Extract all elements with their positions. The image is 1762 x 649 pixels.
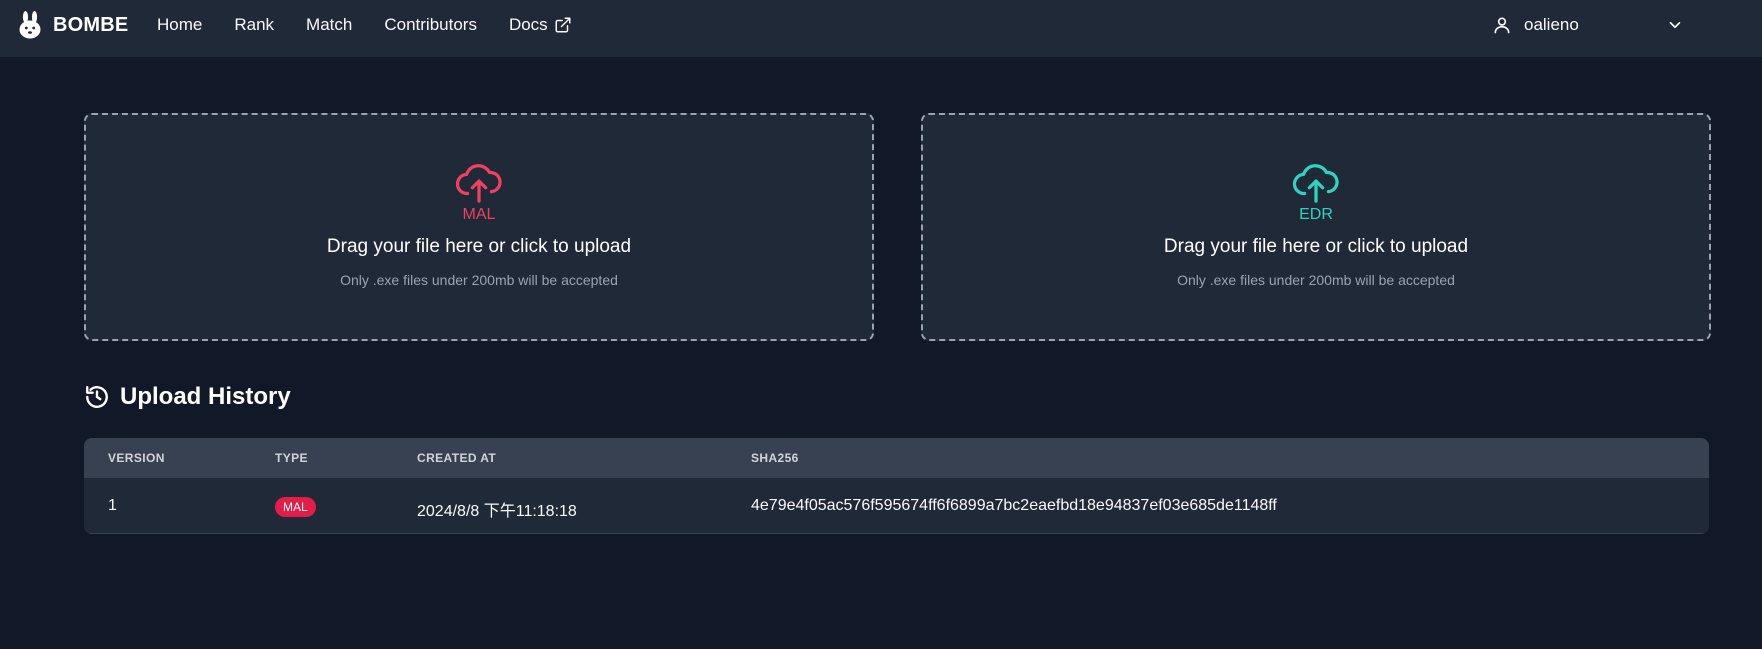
upload-history-heading: Upload History (84, 382, 291, 412)
cell-sha256: 4e79e4f05ac576f595674ff6f6899a7bc2eaefbd… (751, 497, 1277, 514)
nav-links: Home Rank Match Contributors Docs (157, 0, 604, 50)
edr-label: EDR (1299, 206, 1333, 223)
history-icon (86, 386, 108, 408)
upload-history-table: VERSION TYPE CREATED AT SHA256 1 MAL 202… (84, 438, 1709, 534)
nav-rank[interactable]: Rank (234, 15, 274, 35)
user-icon (1494, 17, 1510, 34)
mal-upload-dropzone[interactable]: MAL Drag your file here or click to uplo… (84, 113, 874, 341)
edr-dropzone-content: EDR Drag your file here or click to uplo… (923, 162, 1709, 288)
cloud-upload-icon (1293, 164, 1339, 203)
nav-docs[interactable]: Docs (509, 15, 572, 35)
mal-label: MAL (462, 206, 496, 223)
rabbit-logo-icon (19, 11, 41, 39)
edr-upload-title: Drag your file here or click to upload (1163, 236, 1469, 257)
edr-upload-hint: Only .exe files under 200mb will be acce… (1177, 272, 1455, 288)
cloud-upload-icon (456, 164, 502, 203)
nav-match[interactable]: Match (306, 15, 352, 35)
mal-upload-title: Drag your file here or click to upload (326, 236, 632, 257)
user-menu[interactable]: oalieno (1492, 0, 1712, 50)
column-header-created-at: CREATED AT (417, 451, 497, 465)
mal-upload-hint: Only .exe files under 200mb will be acce… (340, 272, 618, 288)
type-badge: MAL (275, 497, 316, 517)
table-header: VERSION TYPE CREATED AT SHA256 (84, 438, 1709, 478)
brand-link[interactable]: BOMBE (17, 11, 129, 39)
column-header-version: VERSION (108, 451, 165, 465)
nav-home[interactable]: Home (157, 15, 202, 35)
cell-created-at: 2024/8/8 下午11:18:18 (417, 503, 577, 520)
navbar: BOMBE Home Rank Match Contributors Docs … (0, 0, 1762, 57)
column-header-type: TYPE (275, 451, 308, 465)
cell-version: 1 (108, 497, 117, 514)
chevron-down-icon (1669, 21, 1681, 29)
cell-type: MAL (275, 497, 316, 517)
user-name: oalieno (1524, 15, 1579, 34)
upload-history-title: Upload History (120, 383, 291, 410)
nav-docs-label: Docs (508, 15, 548, 34)
edr-upload-dropzone[interactable]: EDR Drag your file here or click to uplo… (921, 113, 1711, 341)
column-header-sha256: SHA256 (751, 451, 799, 465)
nav-contributors[interactable]: Contributors (384, 15, 477, 35)
table-row[interactable]: 1 MAL 2024/8/8 下午11:18:18 4e79e4f05ac576… (84, 478, 1709, 534)
brand-name: BOMBE (53, 13, 129, 36)
mal-dropzone-content: MAL Drag your file here or click to uplo… (86, 162, 872, 288)
external-link-icon (555, 17, 571, 33)
